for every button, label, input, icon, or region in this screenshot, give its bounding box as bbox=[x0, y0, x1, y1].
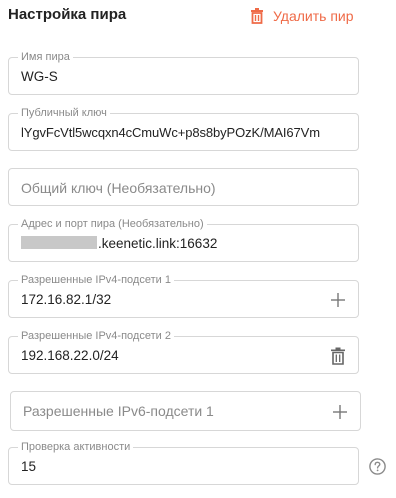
ipv4-subnet-1-field[interactable]: Разрешенные IPv4-подсети 1 172.16.82.1/3… bbox=[8, 273, 359, 318]
endpoint-field[interactable]: Адрес и порт пира (Необязательно) .keene… bbox=[8, 217, 359, 262]
preshared-key-field[interactable]: Общий ключ (Необязательно) bbox=[8, 168, 359, 206]
ipv6-subnet-1-field[interactable]: Разрешенные IPv6-подсети 1 bbox=[10, 391, 361, 431]
endpoint-value: .keenetic.link:16632 bbox=[98, 236, 218, 251]
delete-peer-button[interactable]: Удалить пир bbox=[248, 6, 354, 26]
keepalive-field[interactable]: Проверка активности 15 bbox=[8, 440, 359, 485]
ipv4-subnet-2-field[interactable]: Разрешенные IPv4-подсети 2 192.168.22.0/… bbox=[8, 329, 359, 374]
question-circle-icon[interactable] bbox=[369, 458, 386, 475]
plus-icon[interactable] bbox=[330, 292, 346, 308]
page-title: Настройка пира bbox=[8, 6, 127, 23]
endpoint-label: Адрес и порт пира (Необязательно) bbox=[18, 217, 207, 231]
preshared-key-placeholder: Общий ключ (Необязательно) bbox=[21, 180, 216, 196]
keepalive-label: Проверка активности bbox=[18, 440, 134, 454]
peer-name-label: Имя пира bbox=[18, 50, 73, 64]
public-key-label: Публичный ключ bbox=[18, 106, 110, 120]
endpoint-value-wrap: .keenetic.link:16632 bbox=[21, 236, 217, 252]
ipv6-subnet-1-placeholder: Разрешенные IPv6-подсети 1 bbox=[23, 403, 214, 419]
ipv4-subnet-1-label: Разрешенные IPv4-подсети 1 bbox=[18, 273, 174, 287]
public-key-field[interactable]: Публичный ключ lYgvFcVtl5wcqxn4cCmuWc+p8… bbox=[8, 106, 359, 151]
redacted-host bbox=[21, 236, 97, 249]
trash-icon[interactable] bbox=[330, 347, 346, 365]
plus-icon[interactable] bbox=[332, 404, 348, 420]
delete-peer-label: Удалить пир bbox=[273, 8, 354, 24]
peer-name-value: WG-S bbox=[21, 69, 58, 84]
keepalive-value: 15 bbox=[21, 459, 37, 474]
ipv4-subnet-2-value: 192.168.22.0/24 bbox=[21, 348, 119, 363]
ipv4-subnet-1-value: 172.16.82.1/32 bbox=[21, 292, 112, 307]
trash-icon bbox=[251, 8, 263, 24]
ipv4-subnet-2-label: Разрешенные IPv4-подсети 2 bbox=[18, 329, 174, 343]
public-key-value: lYgvFcVtl5wcqxn4cCmuWc+p8s8byPOzK/MAI67V… bbox=[21, 125, 320, 140]
peer-name-field[interactable]: Имя пира WG-S bbox=[8, 50, 359, 95]
